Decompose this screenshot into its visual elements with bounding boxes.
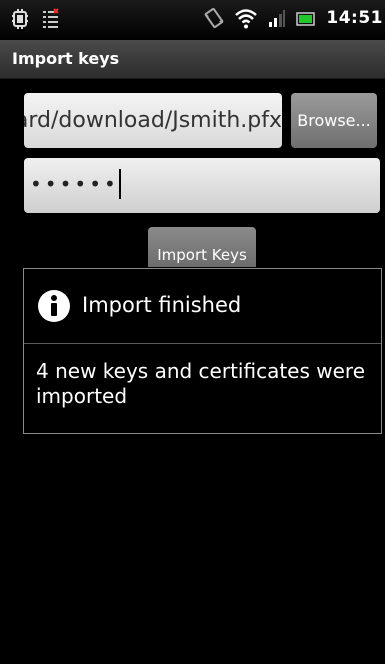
password-input[interactable]: ••••••: [24, 158, 380, 213]
dialog-message: 4 new keys and certificates were importe…: [36, 359, 365, 408]
usb-debug-icon: [12, 8, 28, 30]
file-path-input[interactable]: /mnt/sdcard/download/Jsmith.pfx: [24, 93, 282, 148]
dialog-header: Import finished: [24, 269, 381, 344]
status-bar: 14:51: [0, 0, 385, 40]
dialog-title: Import finished: [82, 293, 242, 317]
wifi-icon: [234, 6, 258, 30]
browse-button[interactable]: Browse...: [291, 93, 377, 148]
import-finished-dialog: Import finished 4 new keys and certifica…: [23, 268, 382, 434]
import-keys-button[interactable]: Import Keys: [148, 227, 256, 267]
text-caret: [118, 168, 121, 199]
title-bar: Import keys: [0, 40, 385, 79]
signal-icon: [268, 7, 286, 29]
status-time: 14:51: [326, 8, 383, 28]
notification-icon: [42, 8, 60, 30]
password-mask: ••••••: [30, 172, 119, 196]
info-icon: [37, 289, 71, 327]
file-path-value: /mnt/sdcard/download/Jsmith.pfx: [24, 108, 282, 133]
vibrate-icon: [204, 7, 224, 29]
battery-icon: [296, 7, 316, 29]
page-title: Import keys: [12, 49, 120, 68]
